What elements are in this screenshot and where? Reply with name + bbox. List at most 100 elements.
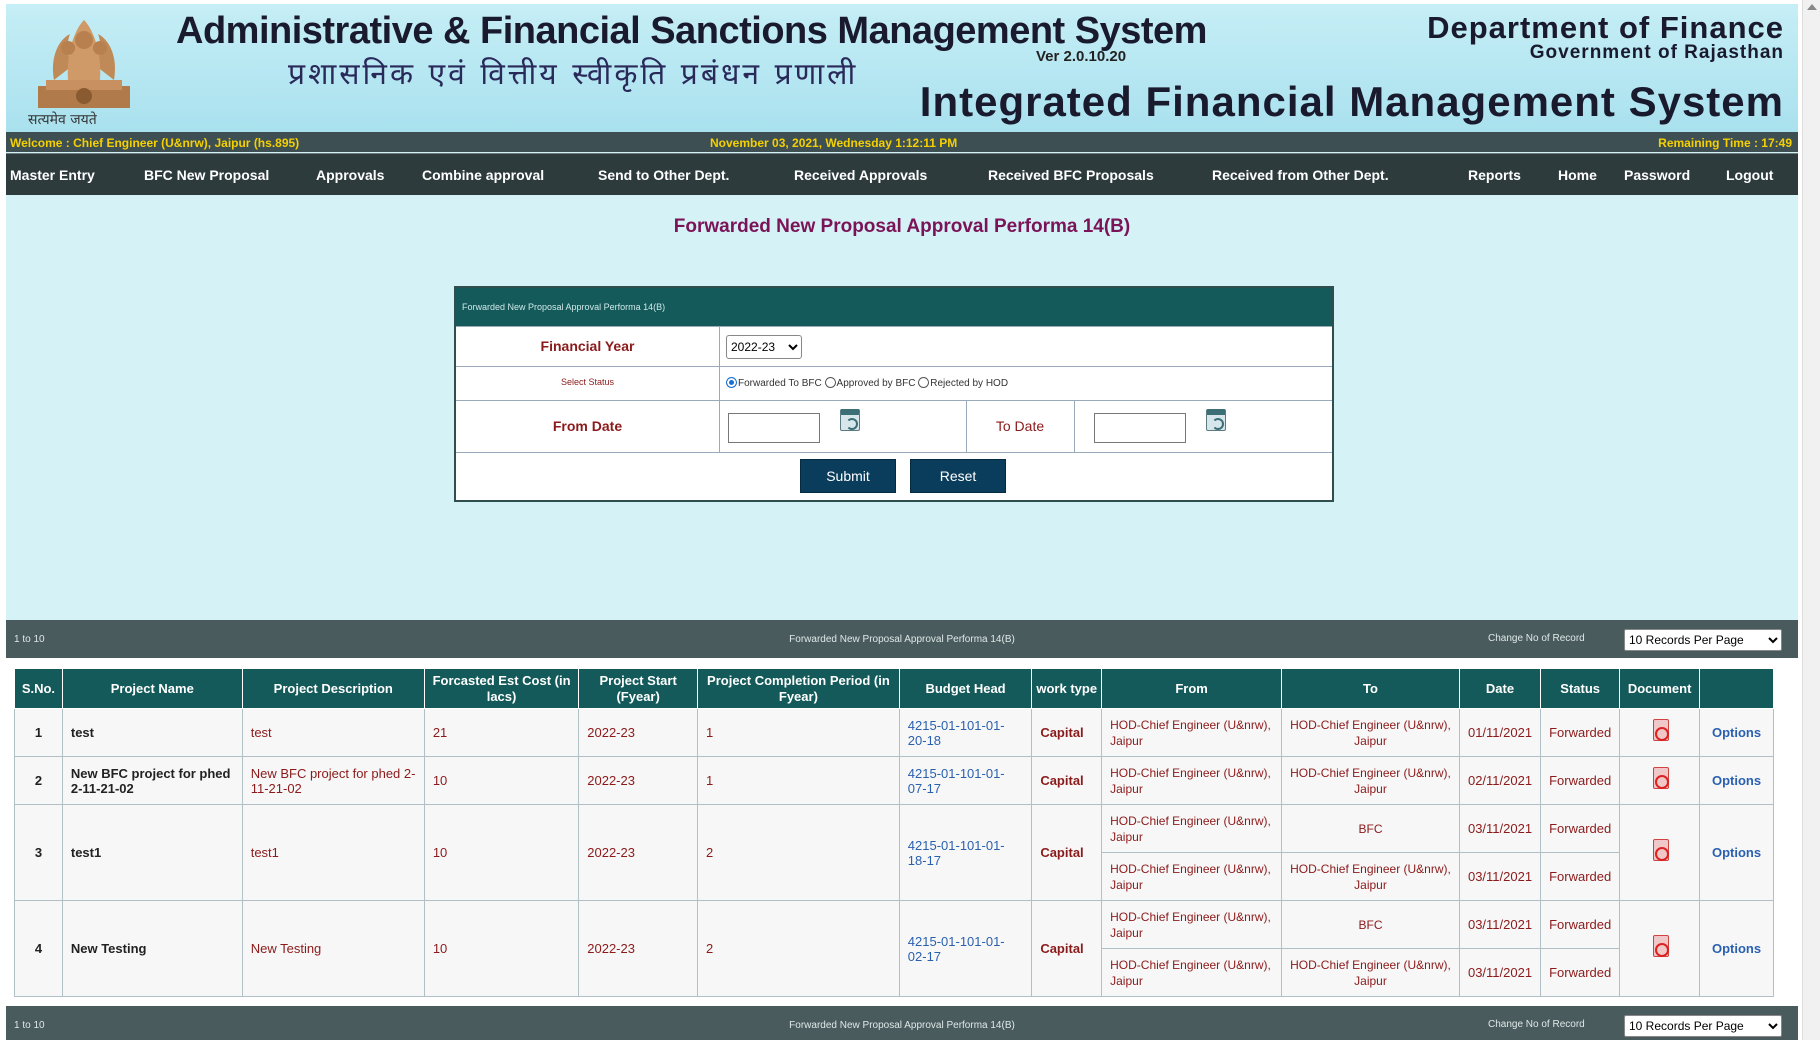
row-from: HOD-Chief Engineer (U&nrw), Jaipur [1101, 852, 1283, 901]
footer-records-per-page-select[interactable]: 10 Records Per Page [1624, 1015, 1782, 1037]
row-cost: 10 [423, 756, 580, 805]
row-project-name: New BFC project for phed 2-11-21-02 [61, 756, 243, 805]
welcome-text: Welcome : Chief Engineer (U&nrw), Jaipur… [10, 136, 300, 150]
row-date: 03/11/2021 [1458, 900, 1542, 949]
table-row: 4 New Testing New Testing 10 2022-23 2 4… [14, 900, 1774, 997]
col-date: Date [1458, 668, 1542, 709]
row-to: HOD-Chief Engineer (U&nrw), Jaipur [1281, 708, 1460, 757]
table-header-row: S.No. Project Name Project Description F… [14, 668, 1774, 709]
row-from: HOD-Chief Engineer (U&nrw), Jaipur [1101, 756, 1283, 805]
radio-forwarded-to-bfc[interactable] [726, 377, 737, 388]
records-per-page-select[interactable]: 10 Records Per Page [1624, 629, 1782, 651]
col-options [1699, 668, 1774, 709]
scroll-up-icon[interactable] [1807, 4, 1817, 10]
row-sno: 1 [14, 708, 63, 757]
row-date: 02/11/2021 [1458, 756, 1542, 805]
nav-password[interactable]: Password [1624, 167, 1690, 183]
col-project-start: Project Start (Fyear) [578, 668, 699, 709]
row-options-link[interactable]: Options [1699, 900, 1774, 997]
pdf-document-icon[interactable] [1651, 719, 1669, 743]
date-divider-2 [1074, 401, 1075, 453]
row-start: 2022-23 [578, 804, 699, 901]
radio-rejected-label: Rejected by HOD [930, 378, 1009, 389]
row-budget-head: 4215-01-101-01-20-18 [898, 708, 1033, 757]
emblem-motto: सत्यमेव जयते [28, 112, 97, 128]
radio-forwarded-label: Forwarded To BFC [738, 378, 822, 389]
nav-received-from-other-dept[interactable]: Received from Other Dept. [1212, 167, 1389, 183]
submit-button[interactable]: Submit [800, 459, 896, 493]
row-period: 2 [697, 900, 900, 997]
row-from: HOD-Chief Engineer (U&nrw), Jaipur [1101, 900, 1283, 949]
nav-home[interactable]: Home [1558, 167, 1597, 183]
main-nav: Master Entry BFC New Proposal Approvals … [6, 153, 1798, 195]
row-options-link[interactable]: Options [1699, 756, 1774, 805]
row-cost: 10 [423, 804, 580, 901]
row-work-type: Capital [1031, 804, 1103, 901]
table-row: 3 test1 test1 10 2022-23 2 4215-01-101-0… [14, 804, 1774, 901]
row-project-name: New Testing [61, 900, 243, 997]
row-status: Forwarded [1540, 852, 1621, 901]
nav-logout[interactable]: Logout [1726, 167, 1773, 183]
row-start: 2022-23 [578, 900, 699, 997]
row-status: Forwarded [1540, 900, 1621, 949]
from-date-input[interactable] [728, 413, 820, 443]
pdf-document-icon[interactable] [1651, 767, 1669, 791]
date-time: November 03, 2021, Wednesday 1:12:11 PM [710, 136, 958, 150]
col-project-description: Project Description [241, 668, 425, 709]
form-header: Forwarded New Proposal Approval Performa… [456, 288, 1332, 326]
page-title: Forwarded New Proposal Approval Performa… [673, 216, 1131, 237]
row-budget-head: 4215-01-101-01-07-17 [898, 756, 1033, 805]
row-description: New BFC project for phed 2-11-21-02 [241, 756, 425, 805]
row-sno: 3 [14, 804, 63, 901]
nav-combine-approval[interactable]: Combine approval [422, 167, 544, 183]
app-title: Administrative & Financial Sanctions Man… [176, 10, 1207, 52]
to-date-input[interactable] [1094, 413, 1186, 443]
results-top-bar: 1 to 10 Forwarded New Proposal Approval … [6, 620, 1798, 658]
change-records-label: Change No of Record [1488, 633, 1585, 644]
row-date: 03/11/2021 [1458, 948, 1542, 997]
row-options-link[interactable]: Options [1699, 708, 1774, 757]
row-project-name: test [61, 708, 243, 757]
row-status: Forwarded [1540, 708, 1621, 757]
footer-change-records-label: Change No of Record [1488, 1019, 1585, 1030]
col-document: Document [1619, 668, 1701, 709]
row-from: HOD-Chief Engineer (U&nrw), Jaipur [1101, 948, 1283, 997]
row-work-type: Capital [1031, 756, 1103, 805]
from-date-label: From Date [456, 401, 720, 452]
col-to: To [1281, 668, 1460, 709]
radio-approved-by-bfc[interactable] [824, 377, 836, 388]
from-date-calendar-icon[interactable] [840, 409, 860, 431]
row-work-type: Capital [1031, 708, 1103, 757]
row-to: HOD-Chief Engineer (U&nrw), Jaipur [1281, 948, 1460, 997]
row-sno: 2 [14, 756, 63, 805]
row-description: test1 [241, 804, 425, 901]
government-name: Government of Rajasthan [1529, 42, 1784, 63]
row-period: 1 [697, 756, 900, 805]
row-period: 2 [697, 804, 900, 901]
financial-year-select[interactable]: 2022-23 [726, 335, 802, 359]
row-start: 2022-23 [578, 708, 699, 757]
pdf-document-icon[interactable] [1651, 839, 1669, 863]
nav-reports[interactable]: Reports [1468, 167, 1521, 183]
nav-bfc-new-proposal[interactable]: BFC New Proposal [144, 167, 269, 183]
col-status: Status [1540, 668, 1621, 709]
pdf-document-icon[interactable] [1651, 935, 1669, 959]
reset-button[interactable]: Reset [910, 459, 1006, 493]
app-title-hindi: प्रशासनिक एवं वित्तीय स्वीकृति प्रबंधन प… [288, 57, 859, 92]
col-est-cost: Forcasted Est Cost (in lacs) [423, 668, 580, 709]
row-status: Forwarded [1540, 756, 1621, 805]
row-start: 2022-23 [578, 756, 699, 805]
nav-received-approvals[interactable]: Received Approvals [794, 167, 927, 183]
radio-rejected-by-hod[interactable] [918, 377, 930, 388]
window-scrollbar[interactable] [1802, 0, 1820, 1040]
nav-send-to-other-dept[interactable]: Send to Other Dept. [598, 167, 729, 183]
nav-received-bfc-proposals[interactable]: Received BFC Proposals [988, 167, 1154, 183]
row-options-link[interactable]: Options [1699, 804, 1774, 901]
nav-approvals[interactable]: Approvals [316, 167, 384, 183]
nav-master-entry[interactable]: Master Entry [10, 167, 95, 183]
to-date-calendar-icon[interactable] [1206, 409, 1226, 431]
row-to: HOD-Chief Engineer (U&nrw), Jaipur [1281, 756, 1460, 805]
filter-form: Forwarded New Proposal Approval Performa… [454, 286, 1334, 502]
row-status: Forwarded [1540, 804, 1621, 853]
col-project-name: Project Name [61, 668, 243, 709]
